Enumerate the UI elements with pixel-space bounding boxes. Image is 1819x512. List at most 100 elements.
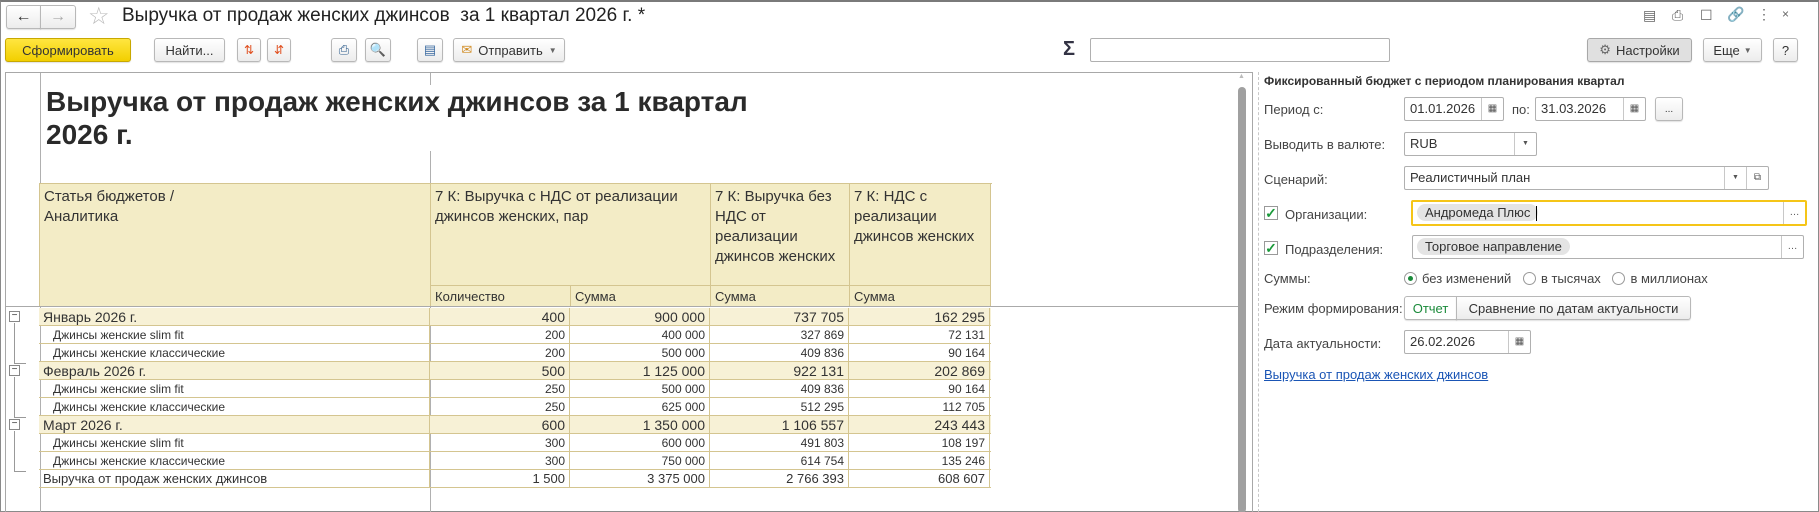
cell-vat[interactable]: 162 295 [849, 308, 990, 326]
favorite-star-icon[interactable]: ☆ [88, 2, 110, 31]
table-row[interactable]: Джинсы женские классические 200 500 000 409… [39, 344, 991, 362]
cell-net[interactable]: 614 754 [710, 452, 849, 470]
cell-qty[interactable]: 250 [430, 398, 570, 416]
group-row[interactable]: Март 2026 г. 600 1 350 000 1 106 557 243 443 [39, 416, 991, 434]
cell-qty[interactable]: 200 [430, 344, 570, 362]
report-link[interactable]: Выручка от продаж женских джинсов [1264, 367, 1488, 382]
cell-vat[interactable]: 135 246 [849, 452, 990, 470]
cell-sum[interactable]: 500 000 [570, 344, 710, 362]
period-from-field[interactable]: 01.01.2026 ▦ [1404, 97, 1504, 121]
print-button[interactable]: ⎙ [331, 38, 357, 62]
help-button[interactable]: ? [1773, 38, 1798, 62]
cell-qty[interactable]: 1 500 [430, 470, 570, 488]
cell-vat[interactable]: 90 164 [849, 344, 990, 362]
cell-sum[interactable]: 625 000 [570, 398, 710, 416]
calendar-icon[interactable]: ▦ [1623, 98, 1645, 120]
total-row[interactable]: Выручка от продаж женских джинсов 1 500 3 … [39, 470, 991, 488]
cell-sum[interactable]: 1 350 000 [570, 416, 710, 434]
org-chip[interactable]: Андромеда Плюс [1417, 204, 1539, 221]
print-icon[interactable]: ⎙ [1672, 7, 1683, 24]
cell-net[interactable]: 409 836 [710, 380, 849, 398]
date-field[interactable]: 26.02.2026 ▦ [1404, 330, 1531, 354]
cell-vat[interactable]: 202 869 [849, 362, 990, 380]
cell-qty[interactable]: 300 [430, 452, 570, 470]
cell-sum[interactable]: 3 375 000 [570, 470, 710, 488]
dept-checkbox[interactable]: ✓ [1264, 241, 1278, 255]
currency-select[interactable]: RUB ▼ [1404, 132, 1537, 156]
cell-net[interactable]: 737 705 [710, 308, 849, 326]
cell-name[interactable]: Март 2026 г. [39, 416, 430, 434]
cell-vat[interactable]: 608 607 [849, 470, 990, 488]
period-select-button[interactable]: ... [1655, 97, 1683, 121]
cell-qty[interactable]: 200 [430, 326, 570, 344]
send-button[interactable]: ✉ Отправить ▼ [453, 38, 565, 62]
more-vert-icon[interactable]: ⋮ [1757, 6, 1771, 23]
cell-vat[interactable]: 112 705 [849, 398, 990, 416]
vertical-scrollbar[interactable] [1238, 87, 1246, 512]
cell-qty[interactable]: 400 [430, 308, 570, 326]
table-row[interactable]: Джинсы женские slim fit 200 400 000 327 869… [39, 326, 991, 344]
sum-field[interactable] [1090, 38, 1390, 62]
table-row[interactable]: Джинсы женские slim fit 250 500 000 409 836… [39, 380, 991, 398]
cell-net[interactable]: 922 131 [710, 362, 849, 380]
period-to-field[interactable]: 31.03.2026 ▦ [1535, 97, 1646, 121]
sort-asc-button[interactable]: ⇅ [237, 38, 261, 62]
save-icon[interactable]: ▤ [1643, 7, 1656, 24]
calendar-icon[interactable]: ▦ [1481, 98, 1503, 120]
cell-net[interactable]: 409 836 [710, 344, 849, 362]
cell-net[interactable]: 491 803 [710, 434, 849, 452]
cell-net[interactable]: 327 869 [710, 326, 849, 344]
cell-name[interactable]: Джинсы женские классические [39, 452, 430, 470]
sums-option-millions[interactable]: в миллионах [1612, 271, 1708, 286]
cell-sum[interactable]: 600 000 [570, 434, 710, 452]
back-button[interactable]: ← [6, 5, 41, 29]
mode-compare-button[interactable]: Сравнение по датам актуальности [1456, 296, 1691, 320]
generate-button[interactable]: Сформировать [5, 38, 131, 62]
table-row[interactable]: Джинсы женские slim fit 300 600 000 491 803… [39, 434, 991, 452]
cell-name[interactable]: Январь 2026 г. [39, 308, 430, 326]
table-row[interactable]: Джинсы женские классические 250 625 000 512… [39, 398, 991, 416]
org-field[interactable]: Андромеда Плюс … [1411, 200, 1807, 226]
cell-name[interactable]: Джинсы женские slim fit [39, 434, 430, 452]
cell-sum[interactable]: 400 000 [570, 326, 710, 344]
scroll-up-icon[interactable]: ▲ [1238, 73, 1245, 80]
save-button[interactable]: ▤ [417, 38, 443, 62]
dept-field[interactable]: Торговое направление… [1412, 235, 1804, 259]
cell-name[interactable]: Февраль 2026 г. [39, 362, 430, 380]
calendar-icon[interactable]: ▦ [1508, 331, 1530, 353]
link-icon[interactable]: 🔗 [1727, 6, 1744, 23]
cell-sum[interactable]: 900 000 [570, 308, 710, 326]
cell-sum[interactable]: 500 000 [570, 380, 710, 398]
report-spreadsheet[interactable]: Выручка от продаж женских джинсов за 1 к… [5, 72, 1253, 512]
close-icon[interactable]: × [1782, 7, 1789, 21]
group-row[interactable]: Январь 2026 г. 400 900 000 737 705 162 295 [39, 308, 991, 326]
cell-net[interactable]: 1 106 557 [710, 416, 849, 434]
cell-sum[interactable]: 750 000 [570, 452, 710, 470]
cell-qty[interactable]: 250 [430, 380, 570, 398]
sums-option-none[interactable]: без изменений [1404, 271, 1511, 286]
open-icon[interactable]: ⧉ [1746, 167, 1768, 189]
find-button[interactable]: Найти... [154, 38, 225, 62]
select-more-icon[interactable]: … [1783, 202, 1805, 224]
mode-report-button[interactable]: Отчет [1404, 296, 1457, 320]
cell-name[interactable]: Выручка от продаж женских джинсов [39, 470, 430, 488]
cell-name[interactable]: Джинсы женские классические [39, 398, 430, 416]
cell-qty[interactable]: 500 [430, 362, 570, 380]
collapse-toggle-icon[interactable]: − [9, 311, 20, 322]
collapse-toggle-icon[interactable]: − [9, 365, 20, 376]
cell-name[interactable]: Джинсы женские slim fit [39, 326, 430, 344]
group-row[interactable]: Февраль 2026 г. 500 1 125 000 922 131 202 86… [39, 362, 991, 380]
dropdown-arrow-icon[interactable]: ▼ [1514, 133, 1536, 155]
more-button[interactable]: Еще ▼ [1703, 38, 1762, 62]
settings-button[interactable]: ⚙ Настройки [1587, 38, 1692, 62]
sort-desc-button[interactable]: ⇵ [267, 38, 291, 62]
cell-net[interactable]: 2 766 393 [710, 470, 849, 488]
preview-icon[interactable]: ☐ [1700, 7, 1713, 24]
cell-qty[interactable]: 300 [430, 434, 570, 452]
cell-vat[interactable]: 243 443 [849, 416, 990, 434]
collapse-toggle-icon[interactable]: − [9, 419, 20, 430]
cell-name[interactable]: Джинсы женские slim fit [39, 380, 430, 398]
dropdown-arrow-icon[interactable]: ▼ [1724, 167, 1746, 189]
cell-vat[interactable]: 90 164 [849, 380, 990, 398]
cell-sum[interactable]: 1 125 000 [570, 362, 710, 380]
